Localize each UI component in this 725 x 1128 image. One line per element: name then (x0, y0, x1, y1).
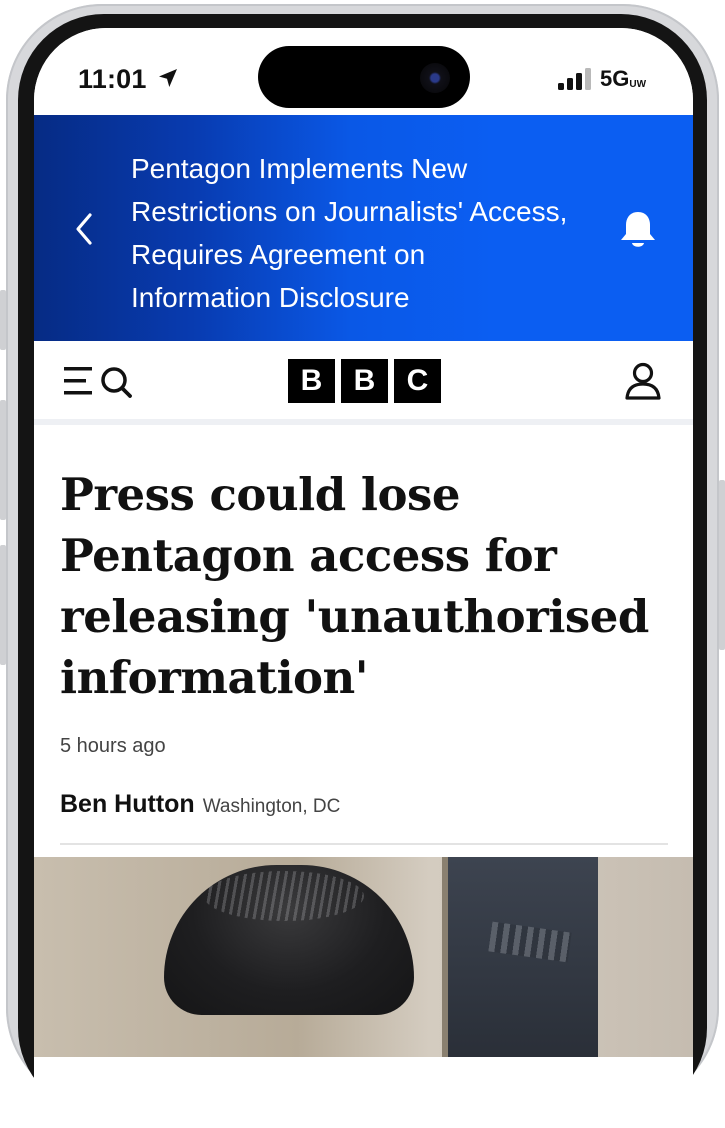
author-location: Washington, DC (202, 796, 341, 817)
side-button-right (719, 480, 725, 650)
byline-divider (60, 843, 668, 845)
author-name[interactable]: Ben Hutton (60, 790, 195, 819)
article-timestamp: 5 hours ago (60, 735, 166, 757)
bbc-logo-block-b1: B (288, 359, 335, 403)
person-icon[interactable] (624, 361, 662, 401)
bbc-logo[interactable]: B B C (288, 359, 441, 403)
photo-plaque (442, 857, 598, 1057)
banner-title: Pentagon Implements New Restrictions on … (131, 153, 568, 313)
camera-lens (420, 63, 450, 93)
article-byline: Ben Hutton Washington, DC (60, 790, 340, 819)
side-button-left (0, 290, 6, 350)
side-button-left-2 (0, 400, 6, 520)
photo-hair-highlight (204, 871, 364, 921)
bbc-navbar: B B C (34, 341, 693, 425)
cellular-signal-icon (558, 68, 591, 90)
bell-icon[interactable] (618, 209, 658, 251)
article-lead-image[interactable] (34, 857, 693, 1057)
menu-search-icon[interactable] (64, 363, 134, 399)
story-banner[interactable]: Pentagon Implements New Restrictions on … (34, 115, 693, 341)
location-arrow-icon (159, 69, 177, 87)
network-indicator: 5GUW (600, 66, 646, 92)
status-bar: 11:01 5GUW (34, 28, 693, 115)
status-time: 11:01 (78, 64, 147, 94)
phone-screen: 11:01 5GUW Pentagon Implements New Restr… (34, 28, 693, 1128)
chevron-left-icon[interactable] (70, 211, 98, 247)
network-type: 5G (600, 66, 630, 91)
side-button-left-3 (0, 545, 6, 665)
article-headline: Press could lose Pentagon access for rel… (60, 468, 649, 704)
network-suffix: UW (629, 79, 647, 90)
bbc-logo-block-b2: B (341, 359, 388, 403)
bbc-logo-block-c: C (394, 359, 441, 403)
